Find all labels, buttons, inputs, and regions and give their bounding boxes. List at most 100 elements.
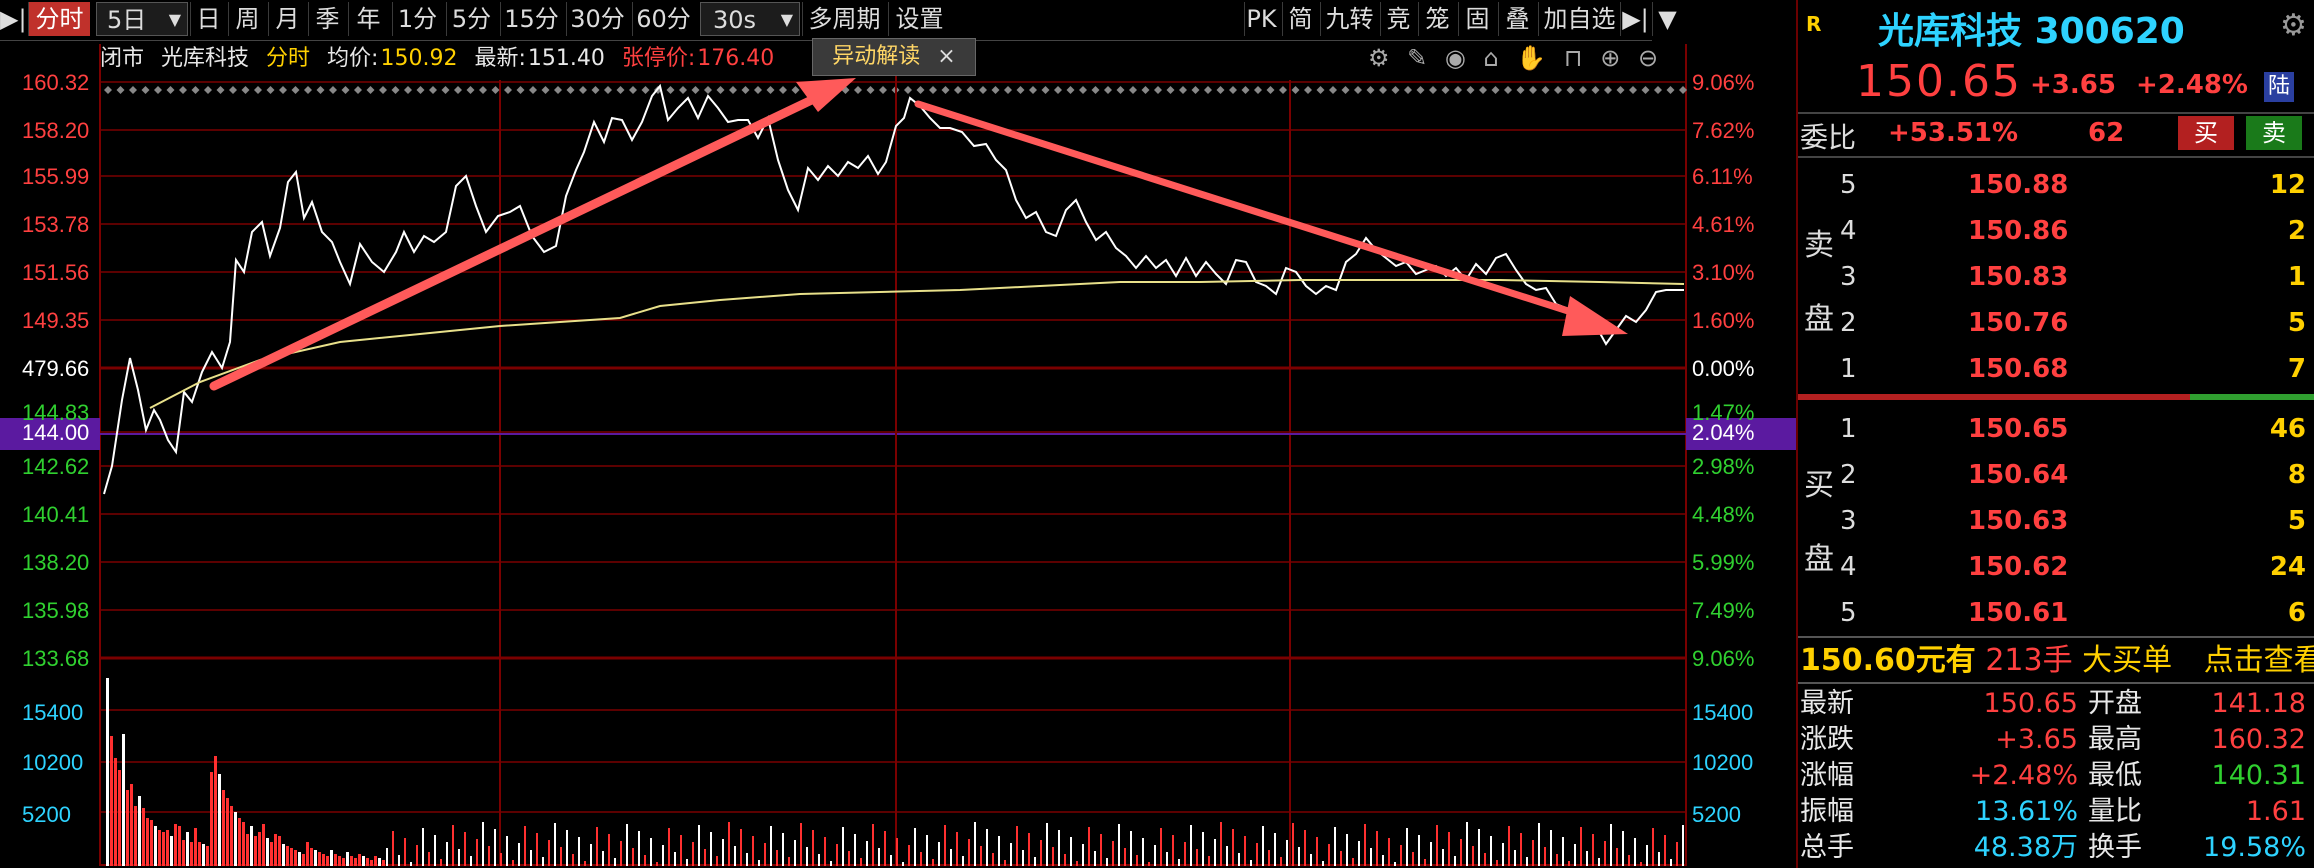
volume-bar [602,851,604,866]
anomaly-interpret-button[interactable]: 异动解读 × [812,38,976,76]
time-marker [229,86,237,94]
volume-bar [202,844,205,866]
time-marker [866,86,875,94]
gear-icon[interactable]: ⚙ [1368,44,1390,72]
big-order-banner[interactable]: 150.60元有 213手 大买单 点击查看 [1800,640,2314,682]
volume-bar [166,830,169,866]
bid-level: 1 [1840,414,1857,444]
volume-bar [146,818,149,866]
volume-bar [158,830,161,866]
chart-mode: 分时 [266,46,311,71]
time-marker [316,86,325,94]
volume-bar [174,824,177,866]
price-axis-label: 142.62 [22,454,89,479]
pct-axis-label: 3.10% [1692,260,1754,285]
ask-volume: 7 [2287,354,2306,384]
time-marker [729,86,737,94]
time-marker [166,86,175,94]
volume-bar [1172,835,1174,866]
bid-level: 5 [1840,598,1857,628]
price-axis-label: 479.66 [22,356,89,381]
sell-button[interactable]: 卖 [2246,116,2302,150]
chart-tools: ⚙ ✎ ◉ ⌂ ✋ ⊓ ⊕ ⊖ [1368,44,1658,74]
close-icon[interactable]: × [937,44,955,69]
erase-icon[interactable]: ⌂ [1484,44,1499,72]
volume-bar [536,833,538,866]
volume-bar [992,853,994,866]
volume-bar [578,837,580,866]
buy-button[interactable]: 买 [2178,116,2234,150]
volume-bar [1244,836,1246,866]
lock-icon[interactable]: ⊓ [1564,44,1583,72]
time-marker [929,86,937,94]
bid-row[interactable]: 1 150.65 46 [1798,406,2314,452]
time-marker [1654,86,1662,94]
time-marker [1379,86,1387,94]
pct-axis-label: 0.00% [1692,356,1754,381]
time-marker [466,86,475,94]
bid-row[interactable]: 3 150.63 5 [1798,498,2314,544]
bid-row[interactable]: 4 150.62 24 [1798,544,2314,590]
time-marker [1529,86,1537,94]
pct-axis-label: 4.48% [1692,502,1754,527]
volume-axis-label: 10200 [1692,750,1753,775]
time-marker [904,86,912,94]
gear-icon[interactable]: ⚙ [2280,8,2307,43]
time-marker [1554,86,1562,94]
volume-bar [182,840,185,866]
volume-bar [314,850,317,866]
volume-bar [1352,858,1354,866]
volume-axis-label: 5200 [1692,802,1741,827]
volume-bar [118,770,121,866]
time-marker [1079,86,1087,94]
time-marker [1304,86,1312,94]
ask-row[interactable]: 1 150.68 7 [1798,346,2314,392]
big-order-link[interactable]: 点击查看 [2204,643,2314,678]
stat-value: +3.65 [1995,724,2078,755]
ask-level: 2 [1840,308,1857,338]
time-marker [991,86,1000,94]
volume-bar [214,756,217,866]
time-marker [1454,86,1462,94]
stat-value: 13.61% [1975,796,2078,827]
time-marker [1641,86,1650,94]
ask-row[interactable]: 3 150.83 1 [1798,254,2314,300]
ask-price: 150.68 [1968,354,2069,384]
zoom-in-icon[interactable]: ⊕ [1600,44,1620,72]
stat-value: +2.48% [1969,760,2078,791]
eye-icon[interactable]: ◉ [1445,44,1466,72]
volume-bar [1010,843,1012,866]
volume-bar [1538,823,1540,866]
volume-bar [1544,847,1546,866]
time-marker [416,86,425,94]
volume-bar [1388,838,1390,866]
volume-bar [1490,836,1492,866]
pct-axis-label: 5.99% [1692,550,1754,575]
volume-bar [416,845,418,866]
volume-axis-label: 5200 [22,802,71,827]
volume-bar [210,772,213,866]
ratio-value: +53.51% [1888,118,2019,148]
ask-row[interactable]: 2 150.76 5 [1798,300,2314,346]
stat-label: 开盘 [2088,688,2142,719]
ask-level: 3 [1840,262,1857,292]
time-marker [1029,86,1037,94]
volume-bar [1112,841,1114,866]
volume-bar [1154,845,1156,866]
ask-row[interactable]: 4 150.86 2 [1798,208,2314,254]
bid-row[interactable]: 2 150.64 8 [1798,452,2314,498]
volume-bar [770,826,772,866]
zoom-out-icon[interactable]: ⊖ [1638,44,1658,72]
volume-bar [1586,851,1588,866]
volume-bar [258,832,261,866]
volume-bar [1226,846,1228,866]
ask-row[interactable]: 5 150.88 12 [1798,162,2314,208]
hand-icon[interactable]: ✋ [1516,44,1546,72]
bid-row[interactable]: 5 150.61 6 [1798,590,2314,636]
volume-bar [1364,824,1366,866]
time-marker [1041,86,1050,94]
pen-icon[interactable]: ✎ [1407,44,1427,72]
price-axis-label: 138.20 [22,550,89,575]
time-marker [1204,86,1212,94]
down-arrow-head [1562,296,1628,336]
